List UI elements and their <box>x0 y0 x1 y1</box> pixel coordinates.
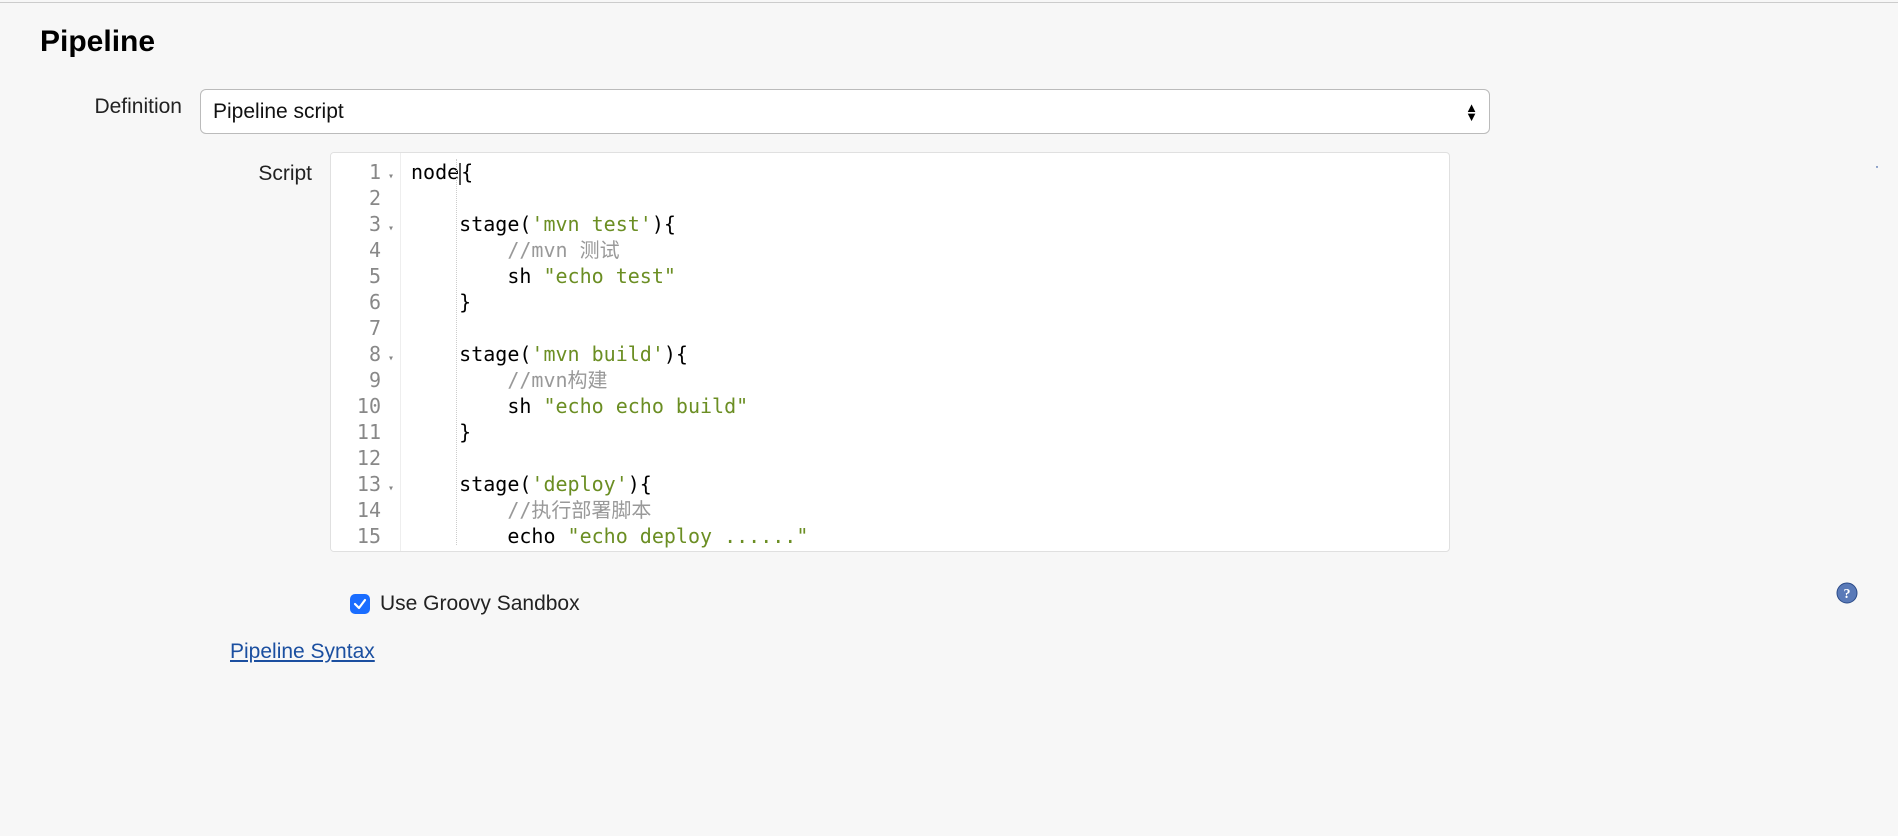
gutter-line: 14 <box>343 497 394 523</box>
script-code-editor[interactable]: 1▾23▾45678▾910111213▾1415 node{ stage('m… <box>330 152 1450 552</box>
section-title-pipeline: Pipeline <box>40 25 1878 59</box>
gutter-line: 11 <box>343 419 394 445</box>
pipeline-syntax-link[interactable]: Pipeline Syntax <box>230 640 375 663</box>
gutter-line: 12 <box>343 445 394 471</box>
help-icon[interactable]: ? <box>1856 152 1878 174</box>
sandbox-checkbox-row: Use Groovy Sandbox <box>350 592 580 616</box>
gutter-line: 8▾ <box>343 341 394 367</box>
sandbox-checkbox[interactable] <box>350 594 370 614</box>
gutter-line: 7 <box>343 315 394 341</box>
script-label: Script <box>20 152 330 186</box>
gutter-line: 2 <box>343 185 394 211</box>
gutter-line: 6 <box>343 289 394 315</box>
script-row: Script 1▾23▾45678▾910111213▾1415 node{ s… <box>20 152 1878 552</box>
svg-text:?: ? <box>1844 587 1851 602</box>
gutter-line: 10 <box>343 393 394 419</box>
gutter-line: 3▾ <box>343 211 394 237</box>
editor-code-area[interactable]: node{ stage('mvn test'){ //mvn 测试 sh "ec… <box>401 153 1449 551</box>
editor-gutter: 1▾23▾45678▾910111213▾1415 <box>331 153 401 551</box>
definition-label: Definition <box>20 89 200 119</box>
definition-select[interactable]: Pipeline scriptPipeline script from SCM <box>200 89 1490 134</box>
gutter-line: 4 <box>343 237 394 263</box>
gutter-line: 13▾ <box>343 471 394 497</box>
gutter-line: 5 <box>343 263 394 289</box>
gutter-line: 1▾ <box>343 159 394 185</box>
sandbox-checkbox-label: Use Groovy Sandbox <box>380 592 580 616</box>
gutter-line: 15 <box>343 523 394 549</box>
definition-row: Definition Pipeline scriptPipeline scrip… <box>20 89 1878 134</box>
help-icon[interactable]: ? <box>1836 582 1858 604</box>
gutter-line: 9 <box>343 367 394 393</box>
